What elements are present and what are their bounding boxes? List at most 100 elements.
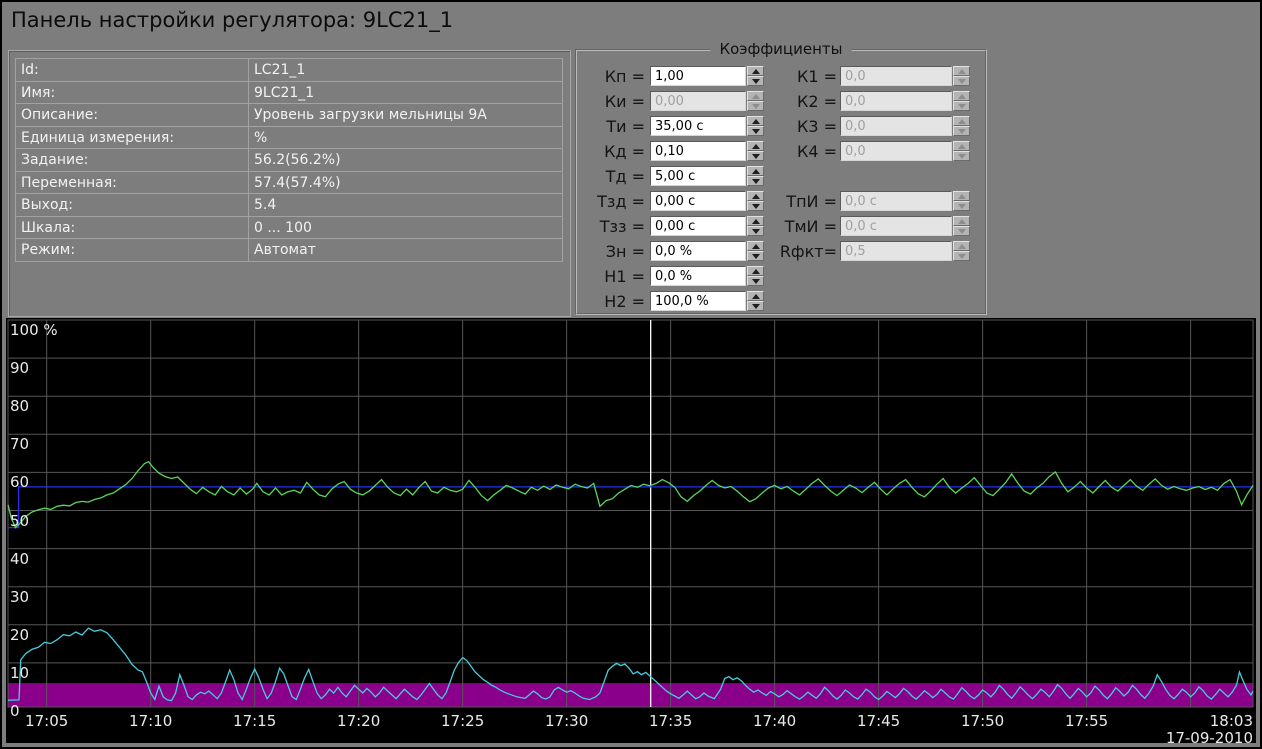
coef-input-td[interactable]	[650, 166, 746, 186]
series-process-variable	[8, 462, 1253, 528]
x-tick-label: 17:20	[324, 712, 394, 730]
spin-down-button-rfct	[953, 251, 970, 261]
spinner-h2	[747, 291, 764, 311]
coef-input-k2	[840, 91, 952, 111]
spin-down-button-k1	[953, 76, 970, 86]
arrow-down-icon	[958, 129, 966, 134]
arrow-down-icon	[958, 204, 966, 209]
coef-row-h2: Н2 =	[577, 291, 985, 311]
spinner-k3	[953, 116, 970, 136]
info-label: Имя:	[16, 82, 249, 105]
spin-up-button-rfct	[953, 241, 970, 251]
spinner-td	[747, 166, 764, 186]
info-value: 0 ... 100	[249, 217, 563, 240]
spin-up-button-tpi	[953, 191, 970, 201]
arrow-up-icon	[958, 244, 966, 249]
info-label: Описание:	[16, 104, 249, 127]
coef-row-td: Тд =	[577, 166, 985, 186]
arrow-down-icon	[958, 229, 966, 234]
coef-label-td: Тд =	[577, 167, 645, 186]
spin-down-button-td[interactable]	[747, 176, 764, 186]
plot-border	[8, 320, 1253, 707]
arrow-up-icon	[958, 69, 966, 74]
spinner-tmi	[953, 216, 970, 236]
spin-down-button-h1[interactable]	[747, 276, 764, 286]
coefficients-title: Коэффициенты	[710, 40, 851, 58]
spin-up-button-td[interactable]	[747, 166, 764, 176]
arrow-up-icon	[958, 119, 966, 124]
coef-row-tpi: ТпИ =	[577, 191, 985, 211]
info-value: 57.4(57.4%)	[249, 172, 563, 195]
spin-up-button-h1[interactable]	[747, 266, 764, 276]
coef-input-tpi	[840, 191, 952, 211]
x-tick-label: 17:35	[636, 712, 706, 730]
spin-up-button-k4	[953, 141, 970, 151]
arrow-down-icon	[752, 279, 760, 284]
y-tick-label: 60	[10, 473, 29, 491]
info-label: Выход:	[16, 194, 249, 217]
arrow-down-icon	[752, 179, 760, 184]
info-table: Id:LC21_1Имя:9LC21_1Описание:Уровень заг…	[15, 58, 563, 262]
coef-label-k4: К4 =	[752, 142, 837, 161]
spin-down-button-tpi	[953, 201, 970, 211]
info-value: 5.4	[249, 194, 563, 217]
spin-down-button-tmi	[953, 226, 970, 236]
info-label: Шкала:	[16, 217, 249, 240]
x-tick-label: 17:05	[12, 712, 82, 730]
info-label: Id:	[16, 59, 249, 82]
y-tick-label: 50	[10, 512, 29, 530]
arrow-down-icon	[958, 154, 966, 159]
coef-input-rfct	[840, 241, 952, 261]
info-label: Задание:	[16, 149, 249, 172]
arrow-up-icon	[752, 269, 760, 274]
info-value: %	[249, 127, 563, 150]
info-label: Переменная:	[16, 172, 249, 195]
arrow-down-icon	[958, 104, 966, 109]
coef-row-tmi: ТмИ =	[577, 216, 985, 236]
y-tick-label: 80	[10, 397, 29, 415]
coef-input-h1[interactable]	[650, 266, 746, 286]
window-title: Панель настройки регулятора: 9LC21_1	[11, 8, 453, 32]
coef-label-k2: К2 =	[752, 92, 837, 111]
spin-up-button-tmi	[953, 216, 970, 226]
arrow-up-icon	[958, 94, 966, 99]
spinner-h1	[747, 266, 764, 286]
info-value: Автомат	[249, 239, 563, 262]
info-label: Единица измерения:	[16, 127, 249, 150]
trend-plot[interactable]	[6, 318, 1260, 745]
arrow-down-icon	[752, 304, 760, 309]
y-tick-label: 90	[10, 359, 29, 377]
x-tick-label: 17:15	[220, 712, 290, 730]
coef-input-h2[interactable]	[650, 291, 746, 311]
coef-row-h1: Н1 =	[577, 266, 985, 286]
coef-input-k1	[840, 66, 952, 86]
x-tick-label: 17:50	[948, 712, 1018, 730]
coef-label-rfct: Rфкт=	[752, 242, 837, 261]
coef-input-tmi	[840, 216, 952, 236]
coef-label-k1: К1 =	[752, 67, 837, 86]
y-tick-label: 70	[10, 435, 29, 453]
spin-down-button-h2[interactable]	[747, 301, 764, 311]
spin-down-button-k4	[953, 151, 970, 161]
x-tick-label: 17:30	[532, 712, 602, 730]
coef-row-k4: К4 =	[577, 141, 985, 161]
regulator-info-panel: Id:LC21_1Имя:9LC21_1Описание:Уровень заг…	[8, 50, 571, 317]
spinner-tpi	[953, 191, 970, 211]
x-tick-label: 17:45	[844, 712, 914, 730]
trend-chart[interactable]: 100 %908070605040302010017:0517:1017:151…	[6, 318, 1256, 743]
coef-input-k3	[840, 116, 952, 136]
coef-label-tmi: ТмИ =	[752, 217, 837, 236]
y-tick-label: 40	[10, 550, 29, 568]
coef-input-k4	[840, 141, 952, 161]
x-tick-label: 17:10	[116, 712, 186, 730]
arrow-up-icon	[958, 194, 966, 199]
arrow-up-icon	[958, 144, 966, 149]
y-tick-label: 100 %	[10, 321, 58, 339]
spin-up-button-h2[interactable]	[747, 291, 764, 301]
info-label: Режим:	[16, 239, 249, 262]
info-value: 9LC21_1	[249, 82, 563, 105]
y-tick-label: 30	[10, 588, 29, 606]
coef-label-tpi: ТпИ =	[752, 192, 837, 211]
coef-label-k3: К3 =	[752, 117, 837, 136]
spin-down-button-k2	[953, 101, 970, 111]
